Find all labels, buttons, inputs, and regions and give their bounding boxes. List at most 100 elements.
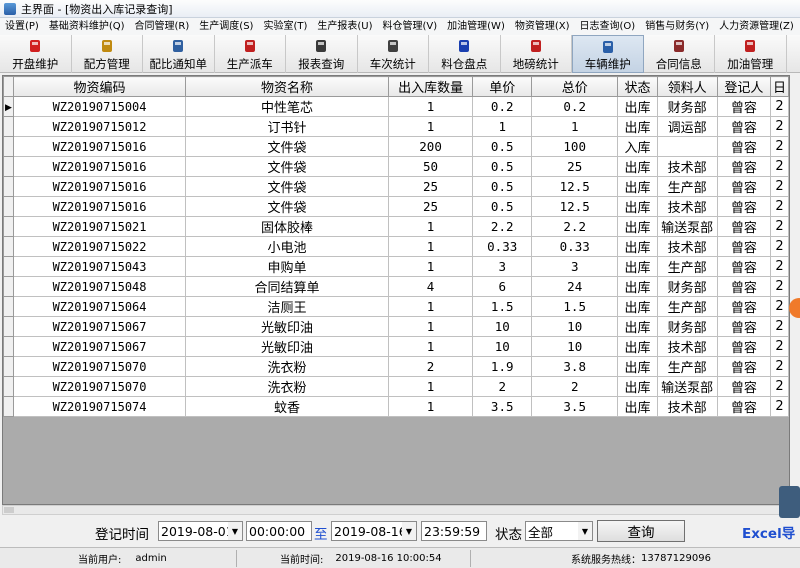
- chevron-down-icon[interactable]: ▼: [228, 522, 242, 540]
- records-grid[interactable]: 物资编码 物资名称 出入库数量 单价 总价 状态 领料人 登记人日 ▶ WZ2019071500…: [2, 75, 790, 505]
- toolbar-button[interactable]: 开盘维护: [0, 35, 72, 73]
- table-row[interactable]: WZ20190715074 蚊香 1 3.5 3.5 出库 技术部 曾容 2: [3, 396, 789, 417]
- row-selector[interactable]: [3, 376, 14, 397]
- table-cell: 1: [387, 236, 474, 257]
- floating-assistant-icon[interactable]: [789, 298, 800, 318]
- table-row[interactable]: WZ20190715064 洁厕王 1 1.5 1.5 出库 生产部 曾容 2: [3, 296, 789, 317]
- row-selector[interactable]: [3, 296, 14, 317]
- toolbar-button[interactable]: 地磅统计: [501, 35, 572, 73]
- toolbar: 开盘维护 配方管理 配比通知单 生产派车 报表查询 车次统计 料仓盘点 地磅统计 车辆维护 合同信…: [0, 35, 800, 73]
- row-selector[interactable]: [3, 316, 14, 337]
- row-selector[interactable]: ▶: [3, 96, 14, 117]
- row-selector[interactable]: [3, 356, 14, 377]
- toolbar-button[interactable]: 配比通知单: [143, 35, 215, 73]
- table-cell: 曾容: [716, 256, 772, 277]
- table-cell: 出库: [617, 276, 658, 297]
- menu-item[interactable]: 合同管理(R): [130, 18, 195, 35]
- row-selector[interactable]: [3, 236, 14, 257]
- menu-item[interactable]: 基础资料维护(Q): [44, 18, 130, 35]
- status-select[interactable]: 全部 ▼: [525, 521, 593, 541]
- table-row[interactable]: WZ20190715067 光敏印油 1 10 10 出库 财务部 曾容 2: [3, 316, 789, 337]
- start-date-picker[interactable]: 2019-08-01 ▼: [158, 521, 243, 541]
- menu-item[interactable]: 生产调度(S): [194, 18, 258, 35]
- start-date-value: 2019-08-01: [161, 523, 234, 539]
- chevron-down-icon[interactable]: ▼: [402, 522, 416, 540]
- row-selector[interactable]: [3, 116, 14, 137]
- column-header[interactable]: 单价: [472, 76, 533, 97]
- table-cell: 出库: [617, 176, 658, 197]
- column-header[interactable]: 总价: [531, 76, 619, 97]
- table-cell: 出库: [617, 236, 658, 257]
- table-row[interactable]: WZ20190715043 申购单 1 3 3 出库 生产部 曾容 2: [3, 256, 789, 277]
- table-cell: 1: [387, 116, 474, 137]
- table-row[interactable]: WZ20190715016 文件袋 25 0.5 12.5 出库 技术部 曾容 2: [3, 196, 789, 217]
- end-time-field[interactable]: 23:59:59: [421, 521, 487, 541]
- menu-item[interactable]: 设置(P): [0, 18, 44, 35]
- row-selector[interactable]: [3, 176, 14, 197]
- row-selector[interactable]: [3, 276, 14, 297]
- table-row[interactable]: WZ20190715021 固体胶棒 1 2.2 2.2 出库 输送泵部 曾容 2: [3, 216, 789, 237]
- query-button[interactable]: 查询: [597, 520, 685, 542]
- table-row[interactable]: WZ20190715070 洗衣粉 2 1.9 3.8 出库 生产部 曾容 2: [3, 356, 789, 377]
- table-cell: 中性笔芯: [185, 96, 389, 117]
- table-cell: WZ20190715004: [12, 96, 187, 117]
- horizontal-scrollbar[interactable]: [2, 505, 790, 515]
- row-selector[interactable]: [3, 136, 14, 157]
- chevron-down-icon[interactable]: ▼: [578, 522, 592, 540]
- row-selector[interactable]: [3, 256, 14, 277]
- table-cell: 文件袋: [185, 136, 389, 157]
- toolbar-button[interactable]: 加油管理: [715, 35, 787, 73]
- toolbar-button[interactable]: 车辆维护: [572, 35, 644, 73]
- column-header[interactable]: 出入库数量: [387, 76, 474, 97]
- table-cell: 0.33: [531, 236, 619, 257]
- toolbar-button[interactable]: 料仓盘点: [429, 35, 501, 73]
- toolbar-button[interactable]: 合同信息: [644, 35, 715, 73]
- excel-export-link[interactable]: Excel导: [742, 522, 795, 542]
- diamond-icon: [456, 38, 472, 54]
- side-panel-toggle[interactable]: [779, 486, 800, 518]
- menu-item[interactable]: 物资管理(X): [510, 18, 575, 35]
- menu-item[interactable]: 日志查询(O): [575, 18, 641, 35]
- start-time-field[interactable]: 00:00:00: [246, 521, 312, 541]
- menu-item[interactable]: 料仓管理(V): [378, 18, 443, 35]
- table-row[interactable]: WZ20190715070 洗衣粉 1 2 2 出库 输送泵部 曾容 2: [3, 376, 789, 397]
- menu-item[interactable]: 人力资源管理(Z): [714, 18, 799, 35]
- menu-item[interactable]: 销售与财务(Y): [640, 18, 714, 35]
- hotline-label: 系统服务热线：: [571, 555, 641, 566]
- column-header[interactable]: 物资编码: [12, 76, 187, 97]
- toolbar-button[interactable]: 配方管理: [72, 35, 143, 73]
- column-header[interactable]: 物资名称: [185, 76, 389, 97]
- end-date-picker[interactable]: 2019-08-16 ▼: [331, 521, 417, 541]
- row-selector[interactable]: [3, 336, 14, 357]
- menu-item[interactable]: 加油管理(W): [442, 18, 510, 35]
- toolbar-button[interactable]: 车次统计: [358, 35, 429, 73]
- column-header[interactable]: 状态: [617, 76, 658, 97]
- table-cell: 2: [770, 216, 789, 237]
- column-header[interactable]: 日: [770, 76, 789, 97]
- table-cell: 光敏印油: [185, 336, 389, 357]
- scrollbar-thumb[interactable]: [4, 507, 14, 513]
- window-title: 主界面 - [物资出入库记录查询]: [21, 2, 173, 16]
- table-row[interactable]: WZ20190715048 合同结算单 4 6 24 出库 财务部 曾容 2: [3, 276, 789, 297]
- toolbar-button[interactable]: 报表查询: [286, 35, 358, 73]
- row-selector[interactable]: [3, 196, 14, 217]
- column-header[interactable]: 登记人: [716, 76, 772, 97]
- toolbar-button[interactable]: 生产派车: [215, 35, 286, 73]
- table-row[interactable]: WZ20190715022 小电池 1 0.33 0.33 出库 技术部 曾容 2: [3, 236, 789, 257]
- row-selector[interactable]: [3, 156, 14, 177]
- row-selector[interactable]: [3, 216, 14, 237]
- column-header[interactable]: 领料人: [656, 76, 718, 97]
- menu-item[interactable]: 生产报表(U): [312, 18, 377, 35]
- table-row[interactable]: WZ20190715016 文件袋 25 0.5 12.5 出库 生产部 曾容 2: [3, 176, 789, 197]
- status-label: 状态: [495, 527, 522, 543]
- table-row[interactable]: WZ20190715067 光敏印油 1 10 10 出库 技术部 曾容 2: [3, 336, 789, 357]
- table-row[interactable]: ▶ WZ20190715004 中性笔芯 1 0.2 0.2 出库 财务部 曾容 2: [3, 96, 789, 117]
- table-row[interactable]: WZ20190715012 订书针 1 1 1 出库 调运部 曾容 2: [3, 116, 789, 137]
- table-cell: 出库: [617, 116, 658, 137]
- table-row[interactable]: WZ20190715016 文件袋 200 0.5 100 入库 曾容 2: [3, 136, 789, 157]
- table-row[interactable]: WZ20190715016 文件袋 50 0.5 25 出库 技术部 曾容 2: [3, 156, 789, 177]
- table-cell: 曾容: [716, 216, 772, 237]
- row-selector[interactable]: [3, 396, 14, 417]
- menu-item[interactable]: 实验室(T): [258, 18, 312, 35]
- table-cell: 入库: [617, 136, 658, 157]
